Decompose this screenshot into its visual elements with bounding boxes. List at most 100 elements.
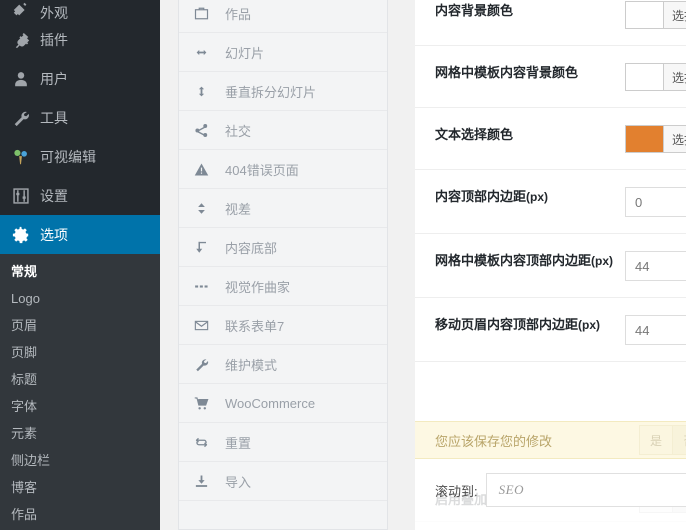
color-picker[interactable]: 选择颜色 <box>625 125 686 153</box>
options-nav-item-import[interactable]: 导入 <box>179 462 387 501</box>
scroll-to-label: 滚动到: <box>435 483 478 499</box>
field-content-background-color: 内容背景颜色 选择颜色 <box>415 0 686 46</box>
sidebar-item-label: 选项 <box>40 226 68 243</box>
sidebar-item-appearance[interactable]: 外观 <box>0 0 160 20</box>
field-label: 文本选择颜色 <box>435 127 514 142</box>
field-label: 移动页眉内容顶部内边距(px) <box>435 314 625 336</box>
color-swatch[interactable] <box>625 125 663 153</box>
grid-template-content-top-padding-input[interactable] <box>625 251 686 281</box>
field-grid-template-content-top-padding: 网格中模板内容顶部内边距(px) <box>415 234 686 298</box>
warning-triangle-icon <box>191 162 211 177</box>
plugins-icon <box>11 30 31 50</box>
sidebar-item-label: 设置 <box>40 187 68 204</box>
sidebar-item-tools[interactable]: 工具 <box>0 98 160 137</box>
options-nav-label: 垂直拆分幻灯片 <box>225 84 317 100</box>
options-nav-label: 视差 <box>225 201 252 217</box>
options-nav-item-social[interactable]: 社交 <box>179 111 387 150</box>
field-label: 网格中模板内容顶部内边距(px) <box>435 250 625 272</box>
field-mobile-header-content-top-padding: 移动页眉内容顶部内边距(px) <box>415 298 686 362</box>
reset-loop-icon <box>191 435 211 450</box>
submenu-item-elements[interactable]: 元素 <box>0 421 160 448</box>
options-nav-label: 联系表单7 <box>225 318 285 334</box>
share-icon <box>191 123 211 138</box>
color-picker[interactable]: 选择颜色 <box>625 1 686 29</box>
options-nav-label: 重置 <box>225 435 252 451</box>
field-content-top-padding: 内容顶部内边距(px) <box>415 170 686 234</box>
options-nav-filler <box>179 501 387 529</box>
gear-icon <box>11 225 31 245</box>
color-swatch[interactable] <box>625 63 663 91</box>
envelope-icon <box>191 318 211 333</box>
options-nav-label: 作品 <box>225 6 252 22</box>
field-unit: (px) <box>578 318 601 332</box>
field-label-text: 内容顶部内边距 <box>435 189 527 204</box>
wrench-icon <box>191 357 211 372</box>
submenu-item-portfolio[interactable]: 作品 <box>0 502 160 529</box>
field-label: 内容背景颜色 <box>435 3 514 18</box>
field-control <box>625 250 686 281</box>
submenu-item-general[interactable]: 常规 <box>0 259 160 286</box>
options-nav-item-reset[interactable]: 重置 <box>179 423 387 462</box>
submenu-item-title[interactable]: 标题 <box>0 367 160 394</box>
sidebar-item-label: 工具 <box>40 109 68 126</box>
horizontal-arrows-icon <box>191 45 211 60</box>
color-picker[interactable]: 选择颜色 <box>625 63 686 91</box>
field-label-text: 移动页眉内容顶部内边距 <box>435 317 579 332</box>
portfolio-icon <box>191 6 211 21</box>
submenu-item-fonts[interactable]: 字体 <box>0 394 160 421</box>
settings-sliders-icon <box>11 186 31 206</box>
admin-screen: 外观 插件 用户 工具 可视编辑 设置 选项 常规 Logo 页眉 页脚 标题 … <box>0 0 686 530</box>
sidebar-item-visual-editor[interactable]: 可视编辑 <box>0 137 160 176</box>
choose-color-button[interactable]: 选择颜色 <box>663 1 686 29</box>
options-nav-label: 导入 <box>225 474 252 490</box>
dots-icon <box>191 279 211 294</box>
sidebar-item-options[interactable]: 选项 <box>0 215 160 254</box>
options-nav-item-vertical-split-slider[interactable]: 垂直拆分幻灯片 <box>179 72 387 111</box>
options-nav-item-contact-form-7[interactable]: 联系表单7 <box>179 306 387 345</box>
options-nav-item-slider[interactable]: 幻灯片 <box>179 33 387 72</box>
submenu-item-logo[interactable]: Logo <box>0 286 160 313</box>
options-nav-item-portfolio[interactable]: 作品 <box>179 0 387 33</box>
submenu-item-footer[interactable]: 页脚 <box>0 340 160 367</box>
notice-text: 您应该保存您的修改 <box>435 433 553 449</box>
options-nav-label: WooCommerce <box>225 395 316 411</box>
field-control <box>625 314 686 345</box>
vertical-arrows-icon <box>191 84 211 99</box>
mobile-header-content-top-padding-input[interactable] <box>625 315 686 345</box>
scroll-to-input[interactable]: SEO <box>485 473 686 507</box>
submenu-item-sidebar[interactable]: 侧边栏 <box>0 448 160 475</box>
field-control: 选择颜色 <box>625 124 686 153</box>
options-nav-item-woocommerce[interactable]: WooCommerce <box>179 384 387 423</box>
options-nav-label: 维护模式 <box>225 357 278 373</box>
field-label: 网格中模板内容背景颜色 <box>435 65 579 80</box>
options-nav-label: 内容底部 <box>225 240 278 256</box>
content-top-padding-input[interactable] <box>625 187 686 217</box>
options-nav-label: 视觉作曲家 <box>225 279 291 295</box>
notice-yes-button[interactable]: 是 <box>639 425 673 455</box>
arrow-down-bar-icon <box>191 240 211 255</box>
options-nav-panel: 作品 幻灯片 垂直拆分幻灯片 社交 404错误页面 视差 内容底部 视觉作曲家 … <box>178 0 388 530</box>
color-swatch[interactable] <box>625 1 663 29</box>
options-nav-item-404[interactable]: 404错误页面 <box>179 150 387 189</box>
field-control <box>625 186 686 217</box>
options-nav-item-maintenance[interactable]: 维护模式 <box>179 345 387 384</box>
options-nav-item-parallax[interactable]: 视差 <box>179 189 387 228</box>
options-nav-item-visual-composer[interactable]: 视觉作曲家 <box>179 267 387 306</box>
notice-yes-no-toggle[interactable]: 是 否 <box>639 425 686 455</box>
choose-color-button[interactable]: 选择颜色 <box>663 125 686 153</box>
choose-color-button[interactable]: 选择颜色 <box>663 63 686 91</box>
users-icon <box>11 69 31 89</box>
sidebar-item-label: 用户 <box>40 70 68 87</box>
sidebar-item-plugins[interactable]: 插件 <box>0 20 160 59</box>
field-label-text: 网格中模板内容顶部内边距 <box>435 253 592 268</box>
sidebar-item-settings[interactable]: 设置 <box>0 176 160 215</box>
options-nav-item-content-bottom[interactable]: 内容底部 <box>179 228 387 267</box>
sidebar-item-users[interactable]: 用户 <box>0 59 160 98</box>
options-submenu: 常规 Logo 页眉 页脚 标题 字体 元素 侧边栏 博客 作品 幻灯片 <box>0 254 160 530</box>
notice-no-button[interactable]: 否 <box>673 425 686 455</box>
submenu-item-blog[interactable]: 博客 <box>0 475 160 502</box>
submenu-item-header[interactable]: 页眉 <box>0 313 160 340</box>
appearance-icon <box>11 0 31 20</box>
visual-editor-icon <box>11 147 31 167</box>
options-nav-label: 404错误页面 <box>225 162 299 178</box>
